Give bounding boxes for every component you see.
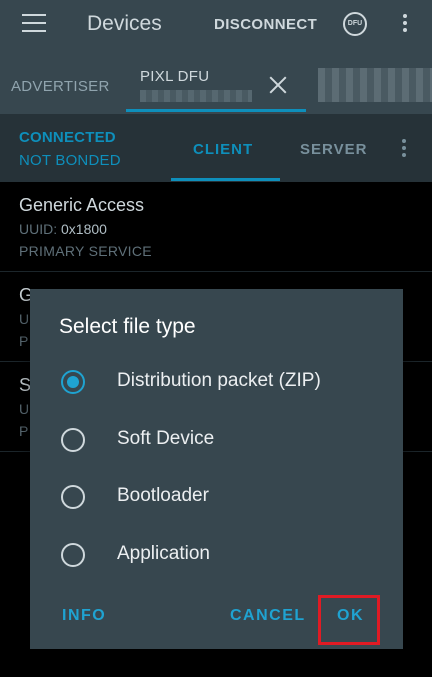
connection-bar: CONNECTED NOT BONDED CLIENT SERVER (0, 114, 432, 182)
dfu-icon[interactable]: DFU (343, 12, 367, 36)
tab-server[interactable]: SERVER (300, 141, 367, 158)
tab-redacted[interactable] (318, 68, 432, 102)
option-label: Application (117, 543, 210, 564)
tab-device[interactable]: PIXL DFU (140, 68, 209, 85)
ok-highlight-box (318, 595, 380, 645)
option-distribution-packet[interactable]: Distribution packet (ZIP) (30, 358, 403, 406)
disconnect-button[interactable]: DISCONNECT (214, 16, 317, 33)
radio-checked-icon[interactable] (61, 370, 85, 394)
app-title: Devices (87, 12, 162, 35)
service-name: Generic Access (19, 195, 145, 215)
uuid-label: U (19, 401, 30, 417)
option-soft-device[interactable]: Soft Device (30, 416, 403, 464)
menu-icon[interactable] (22, 14, 46, 32)
close-icon[interactable] (268, 75, 288, 95)
overflow-menu-icon[interactable] (402, 14, 408, 34)
select-file-type-dialog: Select file type Distribution packet (ZI… (30, 289, 403, 649)
radio-unchecked-icon[interactable] (61, 428, 85, 452)
cancel-button[interactable]: CANCEL (230, 607, 306, 625)
uuid-label: UUID: (19, 221, 58, 237)
tab-advertiser[interactable]: ADVERTISER (11, 78, 110, 95)
service-uuid: UUID: 0x1800 (19, 221, 432, 237)
bond-status: NOT BONDED (19, 152, 121, 169)
device-address-redacted (140, 90, 252, 102)
option-label: Bootloader (117, 485, 209, 506)
uuid-label: U (19, 311, 30, 327)
radio-unchecked-icon[interactable] (61, 485, 85, 509)
option-application[interactable]: Application (30, 531, 403, 579)
info-button[interactable]: INFO (62, 607, 106, 625)
option-label: Soft Device (117, 428, 215, 449)
overflow-menu-icon[interactable] (401, 139, 407, 159)
uuid-value: 0x1800 (61, 221, 107, 237)
radio-unchecked-icon[interactable] (61, 543, 85, 567)
service-type: PRIMARY SERVICE (19, 243, 152, 259)
option-bootloader[interactable]: Bootloader (30, 473, 403, 521)
tab-client[interactable]: CLIENT (193, 141, 253, 158)
device-tab-bar: ADVERTISER PIXL DFU (0, 48, 432, 114)
service-item[interactable]: Generic Access UUID: 0x1800 PRIMARY SERV… (0, 182, 432, 272)
app-bar: Devices DISCONNECT DFU (0, 0, 432, 48)
client-tab-indicator (171, 178, 280, 181)
option-label: Distribution packet (ZIP) (117, 370, 321, 391)
dialog-title: Select file type (59, 315, 196, 338)
tab-indicator (126, 109, 306, 112)
connection-status: CONNECTED (19, 129, 116, 146)
